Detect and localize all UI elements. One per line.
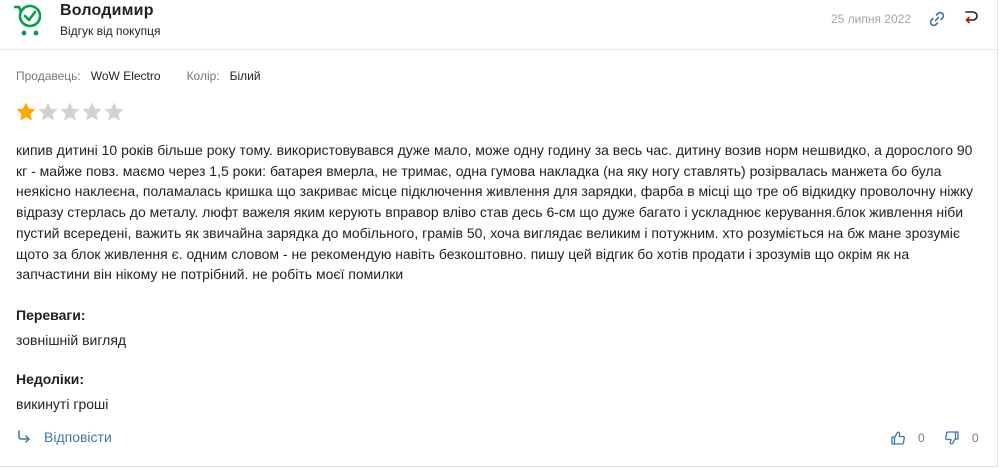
dislike-button[interactable]: 0 (944, 430, 979, 446)
link-icon[interactable] (928, 10, 946, 28)
pros-title: Переваги: (16, 307, 86, 323)
star-empty-icon (82, 102, 102, 121)
star-filled-icon (16, 102, 36, 121)
review-date: 25 липня 2022 (830, 12, 911, 26)
star-empty-icon (104, 102, 124, 121)
cart-checkmark-icon (14, 4, 42, 36)
reply-icon (18, 430, 30, 443)
review-footer: Відповісти 0 0 (0, 428, 997, 452)
review-card: Володимир Відгук від покупця 25 липня 20… (0, 0, 998, 467)
like-button[interactable]: 0 (890, 430, 925, 446)
color-value: Білий (229, 69, 261, 83)
review-header: Володимир Відгук від покупця 25 липня 20… (0, 0, 997, 50)
pros-text: зовнішній вигляд (16, 332, 127, 348)
thumbs-up-icon (891, 431, 905, 445)
star-rating (15, 101, 125, 123)
star-empty-icon (60, 102, 80, 121)
like-count: 0 (918, 431, 925, 445)
reply-arrow-icon[interactable] (962, 8, 980, 26)
thumbs-down-icon (945, 431, 959, 445)
author-subtitle: Відгук від покупця (60, 24, 161, 38)
dislike-count: 0 (972, 431, 979, 445)
star-empty-icon (38, 102, 58, 121)
author-name: Володимир (60, 2, 154, 19)
reply-label: Відповісти (44, 429, 112, 445)
review-text: кипив дитині 10 років більше року тому. … (16, 142, 974, 283)
color-label: Колір: (186, 69, 220, 83)
review-meta: Продавець: WoW Electro Колір: Білий (16, 69, 287, 83)
cons-text: викинуті гроші (16, 396, 109, 412)
reply-button[interactable]: Відповісти (16, 429, 112, 445)
cons-title: Недоліки: (16, 371, 85, 387)
seller-value: WoW Electro (90, 69, 161, 83)
seller-label: Продавець: (16, 69, 81, 83)
